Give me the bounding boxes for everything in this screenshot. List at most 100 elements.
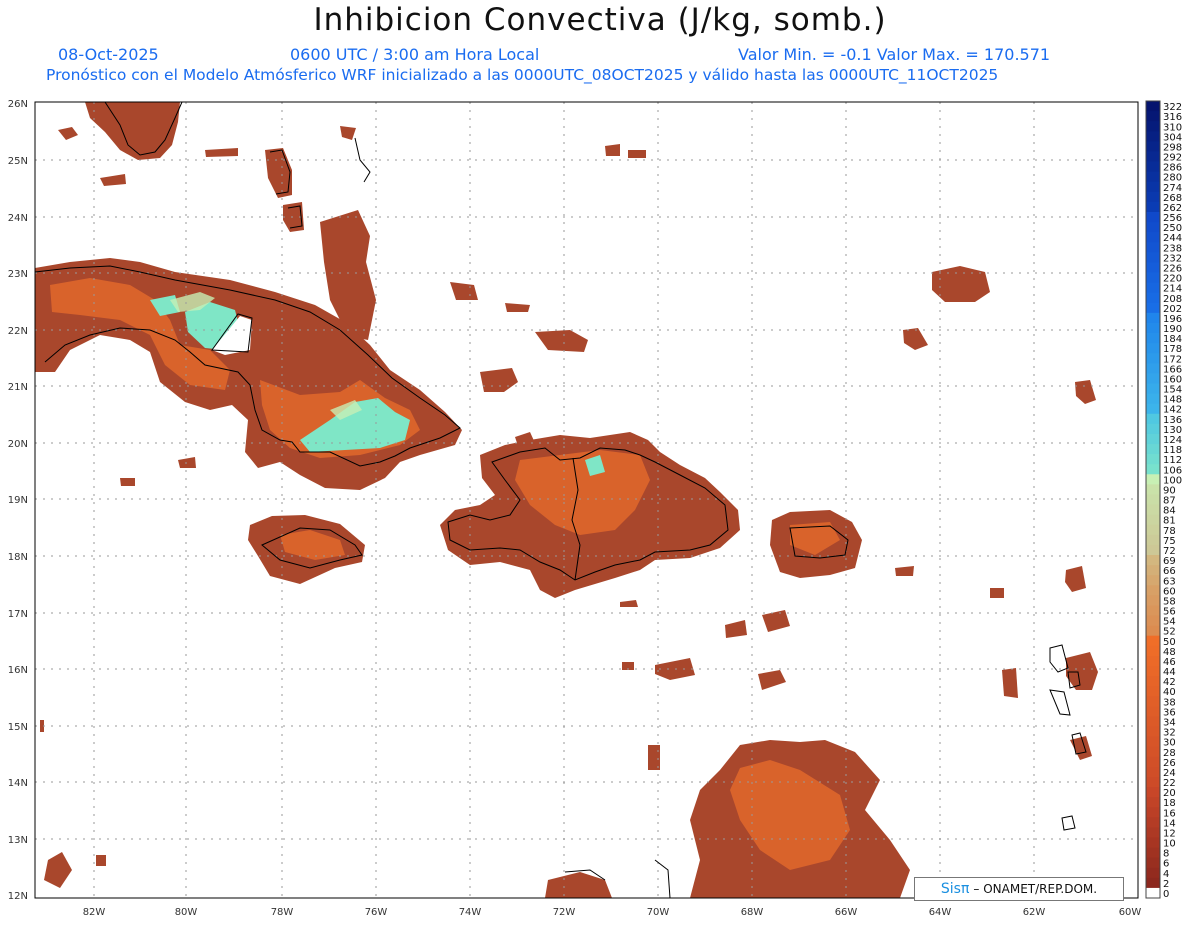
legend-swatch (1146, 797, 1160, 808)
sispi-logo: Sisπ (940, 881, 970, 897)
legend-swatch (1146, 433, 1160, 445)
lat-label: 13N (8, 835, 28, 846)
legend-swatch (1146, 262, 1160, 274)
legend-swatch (1146, 776, 1160, 788)
legend-swatch (1146, 252, 1160, 263)
legend-swatch (1146, 322, 1160, 334)
legend-swatch (1146, 887, 1160, 899)
legend-swatch (1146, 645, 1160, 657)
lon-label: 82W (83, 907, 106, 918)
lat-label: 19N (8, 495, 28, 506)
legend-swatch (1146, 423, 1160, 435)
legend-swatch (1146, 575, 1160, 586)
legend-swatch (1146, 272, 1160, 284)
legend-swatch (1146, 232, 1160, 243)
lon-label: 76W (365, 907, 388, 918)
latitude-axis: 26N 25N 24N 23N 22N 21N 20N 19N 18N 17N … (8, 99, 28, 902)
legend-swatch (1146, 676, 1160, 687)
color-legend: 3223163103042982922862802742682622562502… (1145, 100, 1182, 900)
lon-label: 62W (1023, 907, 1046, 918)
legend-swatch (1146, 302, 1160, 314)
legend-swatch (1146, 615, 1160, 627)
legend-swatch (1146, 121, 1160, 132)
legend-swatch (1146, 716, 1160, 727)
legend-swatch (1146, 101, 1160, 112)
legend-swatch (1146, 665, 1160, 677)
legend-swatch (1146, 484, 1160, 495)
legend-swatch (1146, 756, 1160, 768)
legend-swatch (1146, 544, 1160, 556)
legend-swatch (1146, 817, 1160, 828)
lat-label: 14N (8, 778, 28, 789)
legend-swatch (1146, 736, 1160, 748)
legend-swatch (1146, 161, 1160, 173)
lon-label: 60W (1119, 907, 1142, 918)
legend-swatch (1146, 534, 1160, 546)
lat-label: 20N (8, 439, 28, 450)
legend-swatch (1146, 625, 1160, 637)
lat-label: 24N (8, 213, 28, 224)
lat-label: 16N (8, 665, 28, 676)
lon-label: 66W (835, 907, 858, 918)
legend-swatch (1146, 706, 1160, 717)
legend-swatch (1146, 333, 1160, 344)
legend-swatch (1146, 504, 1160, 516)
legend-swatch (1146, 222, 1160, 233)
legend-swatch (1146, 363, 1160, 374)
legend-swatch (1146, 847, 1160, 859)
legend-swatch (1146, 867, 1160, 879)
legend-swatch (1146, 111, 1160, 122)
legend-swatch (1146, 837, 1160, 849)
legend-swatch (1146, 746, 1160, 758)
legend-swatch (1146, 282, 1160, 294)
lon-label: 68W (741, 907, 764, 918)
lat-label: 25N (8, 156, 28, 167)
lon-label: 64W (929, 907, 952, 918)
lat-label: 18N (8, 552, 28, 563)
lon-label: 74W (459, 907, 482, 918)
legend-swatch (1146, 464, 1160, 475)
legend-swatch (1146, 474, 1160, 485)
credit-text: – ONAMET/REP.DOM. (973, 882, 1098, 896)
lat-label: 12N (8, 891, 28, 902)
legend-swatch (1146, 595, 1160, 606)
legend-swatch (1146, 383, 1160, 395)
lon-label: 70W (647, 907, 670, 918)
legend-swatch (1146, 171, 1160, 183)
legend-swatch (1146, 131, 1160, 142)
longitude-axis: 82W 80W 78W 76W 74W 72W 70W 68W 66W 64W … (83, 907, 1142, 918)
legend-label: 0 (1163, 889, 1169, 900)
legend-swatch (1146, 827, 1160, 838)
lat-label: 23N (8, 269, 28, 280)
legend-swatch (1146, 585, 1160, 596)
legend-swatch (1146, 514, 1160, 526)
legend-swatch (1146, 242, 1160, 253)
legend-swatch (1146, 857, 1160, 869)
legend-swatch (1146, 877, 1160, 889)
legend-swatch (1146, 353, 1160, 364)
legend-swatch (1146, 343, 1160, 354)
legend-swatch (1146, 444, 1160, 455)
legend-swatch (1146, 635, 1160, 647)
legend-swatch (1146, 454, 1160, 465)
legend-swatch (1146, 191, 1160, 203)
legend-swatch (1146, 605, 1160, 617)
credit-box: Sisπ – ONAMET/REP.DOM. (914, 877, 1124, 901)
legend-swatch (1146, 413, 1160, 425)
legend-swatch (1146, 151, 1160, 163)
cin-shading (35, 102, 1098, 898)
legend-swatch (1146, 766, 1160, 778)
legend-swatch (1146, 787, 1160, 798)
legend-swatch (1146, 807, 1160, 818)
lon-label: 78W (271, 907, 294, 918)
legend-swatch (1146, 686, 1160, 697)
legend-swatch (1146, 565, 1160, 576)
lat-label: 22N (8, 326, 28, 337)
legend-swatch (1146, 141, 1160, 152)
lat-label: 26N (8, 99, 28, 110)
lon-label: 80W (175, 907, 198, 918)
lat-label: 21N (8, 382, 28, 393)
legend-swatch (1146, 696, 1160, 707)
legend-swatch (1146, 403, 1160, 415)
lat-label: 17N (8, 609, 28, 620)
